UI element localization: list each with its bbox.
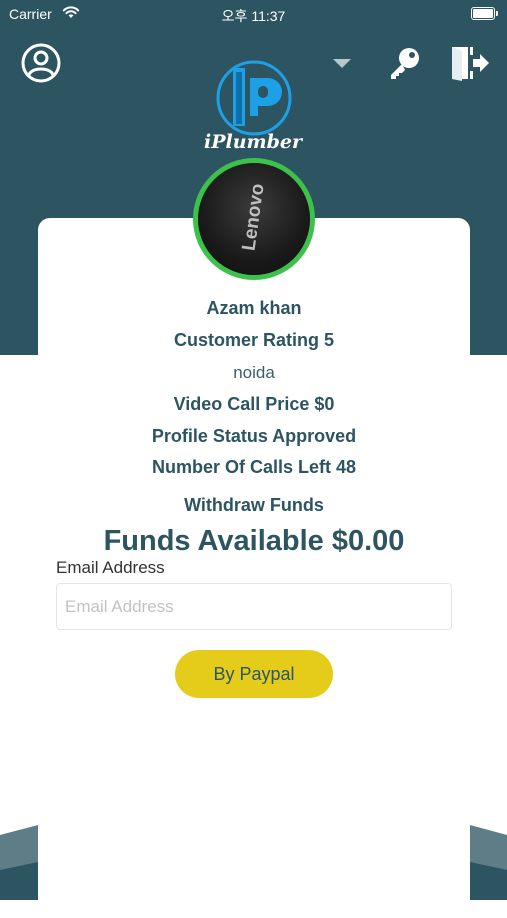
chevron-down-icon[interactable] xyxy=(331,57,353,69)
withdraw-title: Withdraw Funds xyxy=(184,495,324,515)
user-circle-icon[interactable] xyxy=(20,42,62,84)
status-time: 오후 11:37 xyxy=(221,8,286,24)
paypal-button[interactable]: By Paypal xyxy=(175,650,333,698)
funds-available: Funds Available $0.00 xyxy=(103,525,405,557)
user-location: noida xyxy=(233,363,275,382)
key-icon[interactable] xyxy=(386,45,422,81)
user-name: Azam khan xyxy=(206,298,302,318)
video-call-price: Video Call Price $0 xyxy=(173,394,335,414)
customer-rating: Customer Rating 5 xyxy=(173,330,335,350)
email-field[interactable] xyxy=(56,583,452,630)
calls-left: Number Of Calls Left 48 xyxy=(151,457,357,477)
battery-icon xyxy=(471,7,498,20)
email-label: Email Address xyxy=(56,558,165,577)
status-bar: Carrier 오후 11:37 xyxy=(0,0,507,28)
profile-status: Profile Status Approved xyxy=(151,426,357,446)
avatar[interactable]: Lenovo xyxy=(193,158,315,280)
app-name: iPlumber xyxy=(203,131,303,153)
logout-icon[interactable] xyxy=(449,43,489,83)
